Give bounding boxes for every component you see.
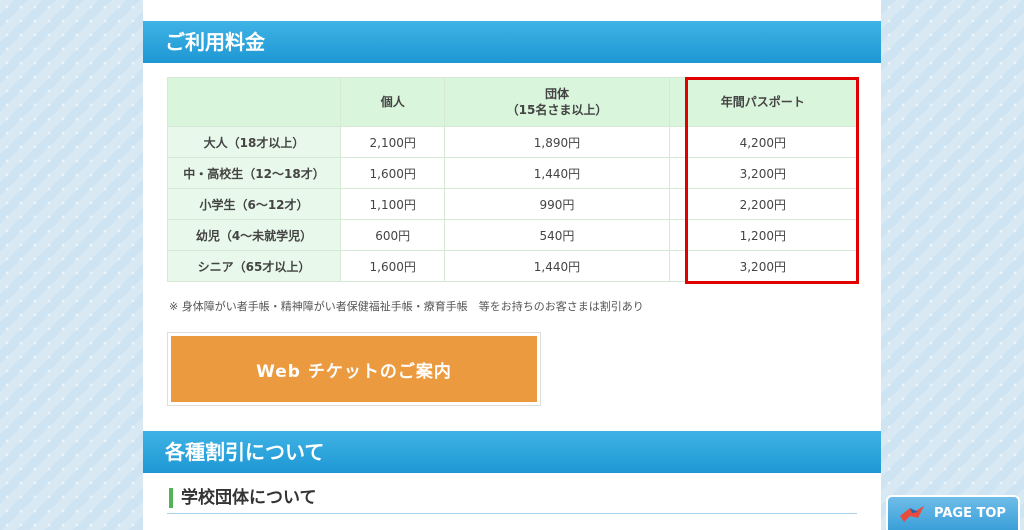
heading-accent-bar <box>169 488 173 508</box>
cell-individual: 1,600円 <box>339 157 446 189</box>
table-header-individual: 個人 <box>339 77 446 127</box>
group-header-line2: （15名さま以上） <box>506 103 608 117</box>
page-top-label: PAGE TOP <box>934 506 1006 521</box>
group-header-line1: 団体 <box>544 87 569 101</box>
pricing-section-header: ご利用料金 <box>143 21 881 63</box>
school-group-heading-text: 学校団体について <box>181 488 317 508</box>
row-label: 大人（18才以上） <box>167 126 341 158</box>
discount-section-header: 各種割引について <box>143 431 881 473</box>
row-label: シニア（65才以上） <box>167 250 341 282</box>
discount-note: ※ 身体障がい者手帳・精神障がい者保健福祉手帳・療育手帳 等をお持ちのお客さまは… <box>169 300 644 313</box>
cell-individual: 2,100円 <box>339 126 446 158</box>
cell-group: 1,440円 <box>444 157 670 189</box>
cell-individual: 1,100円 <box>339 188 446 220</box>
cell-group: 1,890円 <box>444 126 670 158</box>
cell-individual: 1,600円 <box>339 250 446 282</box>
web-ticket-button-frame: Web チケットのご案内 <box>167 332 541 406</box>
table-header-empty <box>167 77 341 127</box>
page-top-button[interactable]: PAGE TOP <box>886 495 1020 530</box>
main-content: ご利用料金 個人 団体 （15名さま以上） 年間パスポート 大人（18才以上） … <box>143 0 881 530</box>
annual-pass-highlight-box <box>685 77 859 284</box>
web-ticket-button[interactable]: Web チケットのご案内 <box>171 336 537 402</box>
cell-group: 1,440円 <box>444 250 670 282</box>
bird-icon <box>900 505 924 522</box>
cell-group: 990円 <box>444 188 670 220</box>
table-header-group: 団体 （15名さま以上） <box>444 77 670 127</box>
cell-individual: 600円 <box>339 219 446 251</box>
row-label: 幼児（4〜未就学児） <box>167 219 341 251</box>
school-group-heading: 学校団体について <box>167 486 857 514</box>
row-label: 小学生（6〜12才） <box>167 188 341 220</box>
row-label: 中・高校生（12〜18才） <box>167 157 341 189</box>
cell-group: 540円 <box>444 219 670 251</box>
